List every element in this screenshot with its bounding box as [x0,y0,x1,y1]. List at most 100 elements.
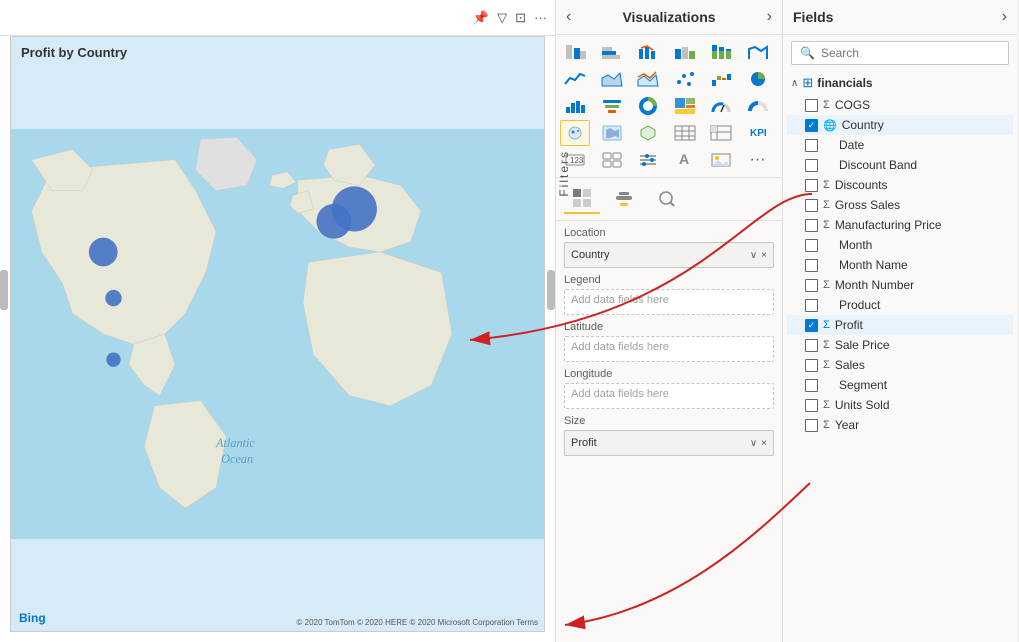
chevron-down-icon: ∧ [791,78,798,89]
dropdown-icon[interactable]: ∨ [750,250,757,261]
list-item[interactable]: Σ Gross Sales [787,195,1013,215]
unitssold-checkbox[interactable] [805,399,818,412]
ribbon-chart-icon[interactable] [743,39,773,65]
filter-icon[interactable]: ▽ [497,10,507,26]
list-item[interactable]: Discount Band [787,155,1013,175]
grosssales-checkbox[interactable] [805,199,818,212]
expand-icon[interactable]: ⊡ [515,10,526,26]
mfgprice-checkbox[interactable] [805,219,818,232]
line-bar-icon[interactable] [633,39,663,65]
country-checkbox[interactable]: ✓ [805,119,818,132]
size-remove-icon[interactable]: × [761,438,767,449]
left-resize-handle[interactable] [0,270,8,310]
list-item[interactable]: Σ Year [787,415,1013,435]
latitude-field[interactable]: Add data fields here [564,336,774,362]
map-viz-icon[interactable] [560,120,590,146]
legend-field[interactable]: Add data fields here [564,289,774,315]
map-point-mexico[interactable] [106,352,120,366]
analytics-tab[interactable] [648,184,684,214]
line-area2-icon[interactable] [633,66,663,92]
sales-checkbox[interactable] [805,359,818,372]
size-field[interactable]: Profit ∨ × [564,430,774,456]
list-item[interactable]: ✓ 🌐 Country [787,115,1013,135]
search-box[interactable]: 🔍 [791,41,1009,65]
list-item[interactable]: Σ COGS [787,95,1013,115]
donut-icon[interactable] [633,93,663,119]
list-item[interactable]: ✓ Σ Profit [787,315,1013,335]
bar-chart-icon[interactable] [597,39,627,65]
format-tab[interactable] [606,184,642,214]
funnel-icon[interactable] [597,93,627,119]
financials-group-header[interactable]: ∧ ⊞ financials [787,71,1013,95]
filled-map-icon[interactable] [597,120,627,146]
year-checkbox[interactable] [805,419,818,432]
list-item[interactable]: Segment [787,375,1013,395]
map-container[interactable]: Profit by Country [10,36,545,632]
list-item[interactable]: Σ Manufacturing Price [787,215,1013,235]
segment-checkbox[interactable] [805,379,818,392]
monthnumber-checkbox[interactable] [805,279,818,292]
map-point-canada[interactable] [89,238,118,267]
sigma-icon4: Σ [823,219,830,231]
right-resize-handle[interactable] [547,270,555,310]
column-icon[interactable] [560,93,590,119]
discounts-checkbox[interactable] [805,179,818,192]
treemap-icon[interactable] [670,93,700,119]
map-point-usa[interactable] [105,290,121,306]
size-dropdown-icon[interactable]: ∨ [750,438,757,449]
matrix-icon2[interactable] [706,120,736,146]
date-checkbox[interactable] [805,139,818,152]
location-field[interactable]: Country ∨ × [564,242,774,268]
sigma-icon6: Σ [823,319,830,331]
gauge2-icon[interactable] [743,93,773,119]
month-checkbox[interactable] [805,239,818,252]
grouped-bar-icon[interactable] [670,39,700,65]
bing-logo: Bing [19,611,46,625]
fields-panel-title: Fields [793,9,833,25]
stacked-bar-icon[interactable] [560,39,590,65]
fields-panel-right-arrow[interactable]: › [1002,8,1007,26]
multi-row-card-icon[interactable] [597,147,627,173]
scatter-icon[interactable] [670,66,700,92]
profit-checkbox[interactable]: ✓ [805,319,818,332]
viz-panel-right-arrow[interactable]: › [767,8,772,26]
list-item[interactable]: Product [787,295,1013,315]
more-icon[interactable]: ··· [534,10,547,25]
viz-panel: ‹ Visualizations › [555,0,783,642]
product-checkbox[interactable] [805,299,818,312]
list-item[interactable]: Σ Sale Price [787,335,1013,355]
monthname-label: Month Name [839,258,908,272]
slicer-icon2[interactable] [633,147,663,173]
waterfall-icon[interactable] [706,66,736,92]
discountband-checkbox[interactable] [805,159,818,172]
text-box-icon[interactable]: A [670,147,700,173]
image-icon2[interactable] [706,147,736,173]
remove-icon[interactable]: × [761,250,767,261]
map-point-germany[interactable] [332,186,377,231]
table-icon2[interactable] [670,120,700,146]
more-visuals-icon[interactable]: ··· [743,147,773,173]
shape-map-icon[interactable] [633,120,663,146]
list-item[interactable]: Month [787,235,1013,255]
kpi-icon2[interactable]: KPI [743,120,773,146]
pie-icon[interactable] [743,66,773,92]
list-item[interactable]: Σ Units Sold [787,395,1013,415]
pin-icon[interactable]: 📌 [473,10,489,26]
area-chart-icon[interactable] [597,66,627,92]
viz-panel-left-arrow[interactable]: ‹ [566,8,571,26]
monthname-checkbox[interactable] [805,259,818,272]
longitude-field[interactable]: Add data fields here [564,383,774,409]
saleprice-checkbox[interactable] [805,339,818,352]
line-icon[interactable] [560,66,590,92]
search-input[interactable] [821,46,1000,60]
list-item[interactable]: Σ Discounts [787,175,1013,195]
gauge-icon[interactable] [706,93,736,119]
list-item[interactable]: Date [787,135,1013,155]
list-item[interactable]: Σ Month Number [787,275,1013,295]
stacked-bar2-icon[interactable] [706,39,736,65]
legend-group: Legend Add data fields here [564,274,774,315]
financials-group: ∧ ⊞ financials Σ COGS ✓ 🌐 Country [787,71,1013,435]
list-item[interactable]: Month Name [787,255,1013,275]
cogs-checkbox[interactable] [805,99,818,112]
list-item[interactable]: Σ Sales [787,355,1013,375]
